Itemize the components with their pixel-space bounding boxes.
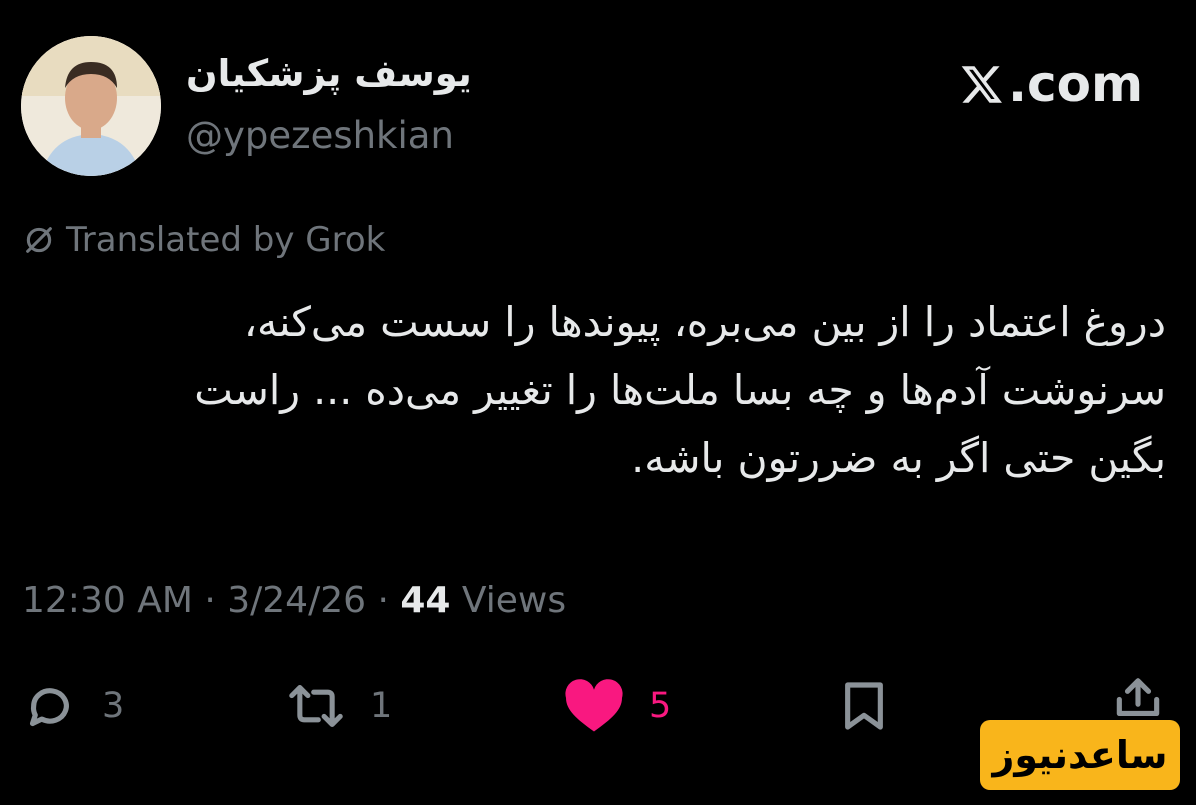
tweet-time[interactable]: 12:30 AM [22, 580, 193, 621]
reply-count: 3 [102, 686, 125, 726]
user-handle[interactable]: @ypezeshkian [186, 114, 454, 157]
display-name[interactable]: یوسف پزشکیان [186, 52, 472, 95]
share-icon [1110, 676, 1166, 716]
meta-separator: · [366, 580, 401, 621]
profile-photo [21, 36, 161, 176]
heart-icon [563, 678, 625, 734]
x-logo-icon [960, 62, 1004, 106]
repost-button[interactable]: 1 [286, 678, 392, 734]
translation-label: Translated by Grok [66, 220, 386, 260]
avatar[interactable] [21, 36, 161, 176]
brand-domain: .com [1008, 55, 1144, 113]
translation-notice[interactable]: Translated by Grok [22, 220, 385, 260]
news-watermark-logo: ساعدنیوز [980, 720, 1180, 790]
tweet-line: بگین حتی اگر به ضررتون باشه. [631, 434, 1166, 482]
tweet-text: دروغ اعتماد را از بین می‌بره، پیوندها را… [30, 288, 1166, 492]
like-count: 5 [649, 686, 672, 726]
brand-mark: .com [960, 55, 1143, 113]
tweet-date[interactable]: 3/24/26 [227, 580, 366, 621]
repost-icon [286, 678, 346, 734]
bookmark-button[interactable] [836, 678, 892, 734]
bookmark-icon [836, 678, 892, 734]
share-button[interactable] [1110, 676, 1166, 716]
repost-count: 1 [370, 686, 393, 726]
like-button[interactable]: 5 [563, 678, 671, 734]
reply-button[interactable]: 3 [22, 678, 124, 734]
grok-icon [22, 223, 56, 257]
views-label: Views [461, 580, 567, 621]
tweet-line: دروغ اعتماد را از بین می‌بره، پیوندها را… [243, 298, 1166, 346]
reply-icon [22, 678, 78, 734]
tweet-meta: 12:30 AM · 3/24/26 · 44 Views [22, 580, 566, 621]
meta-separator: · [192, 580, 228, 621]
views-count: 44 [400, 580, 451, 621]
tweet-line: سرنوشت آدم‌ها و چه بسا ملت‌ها را تغییر م… [194, 366, 1166, 414]
